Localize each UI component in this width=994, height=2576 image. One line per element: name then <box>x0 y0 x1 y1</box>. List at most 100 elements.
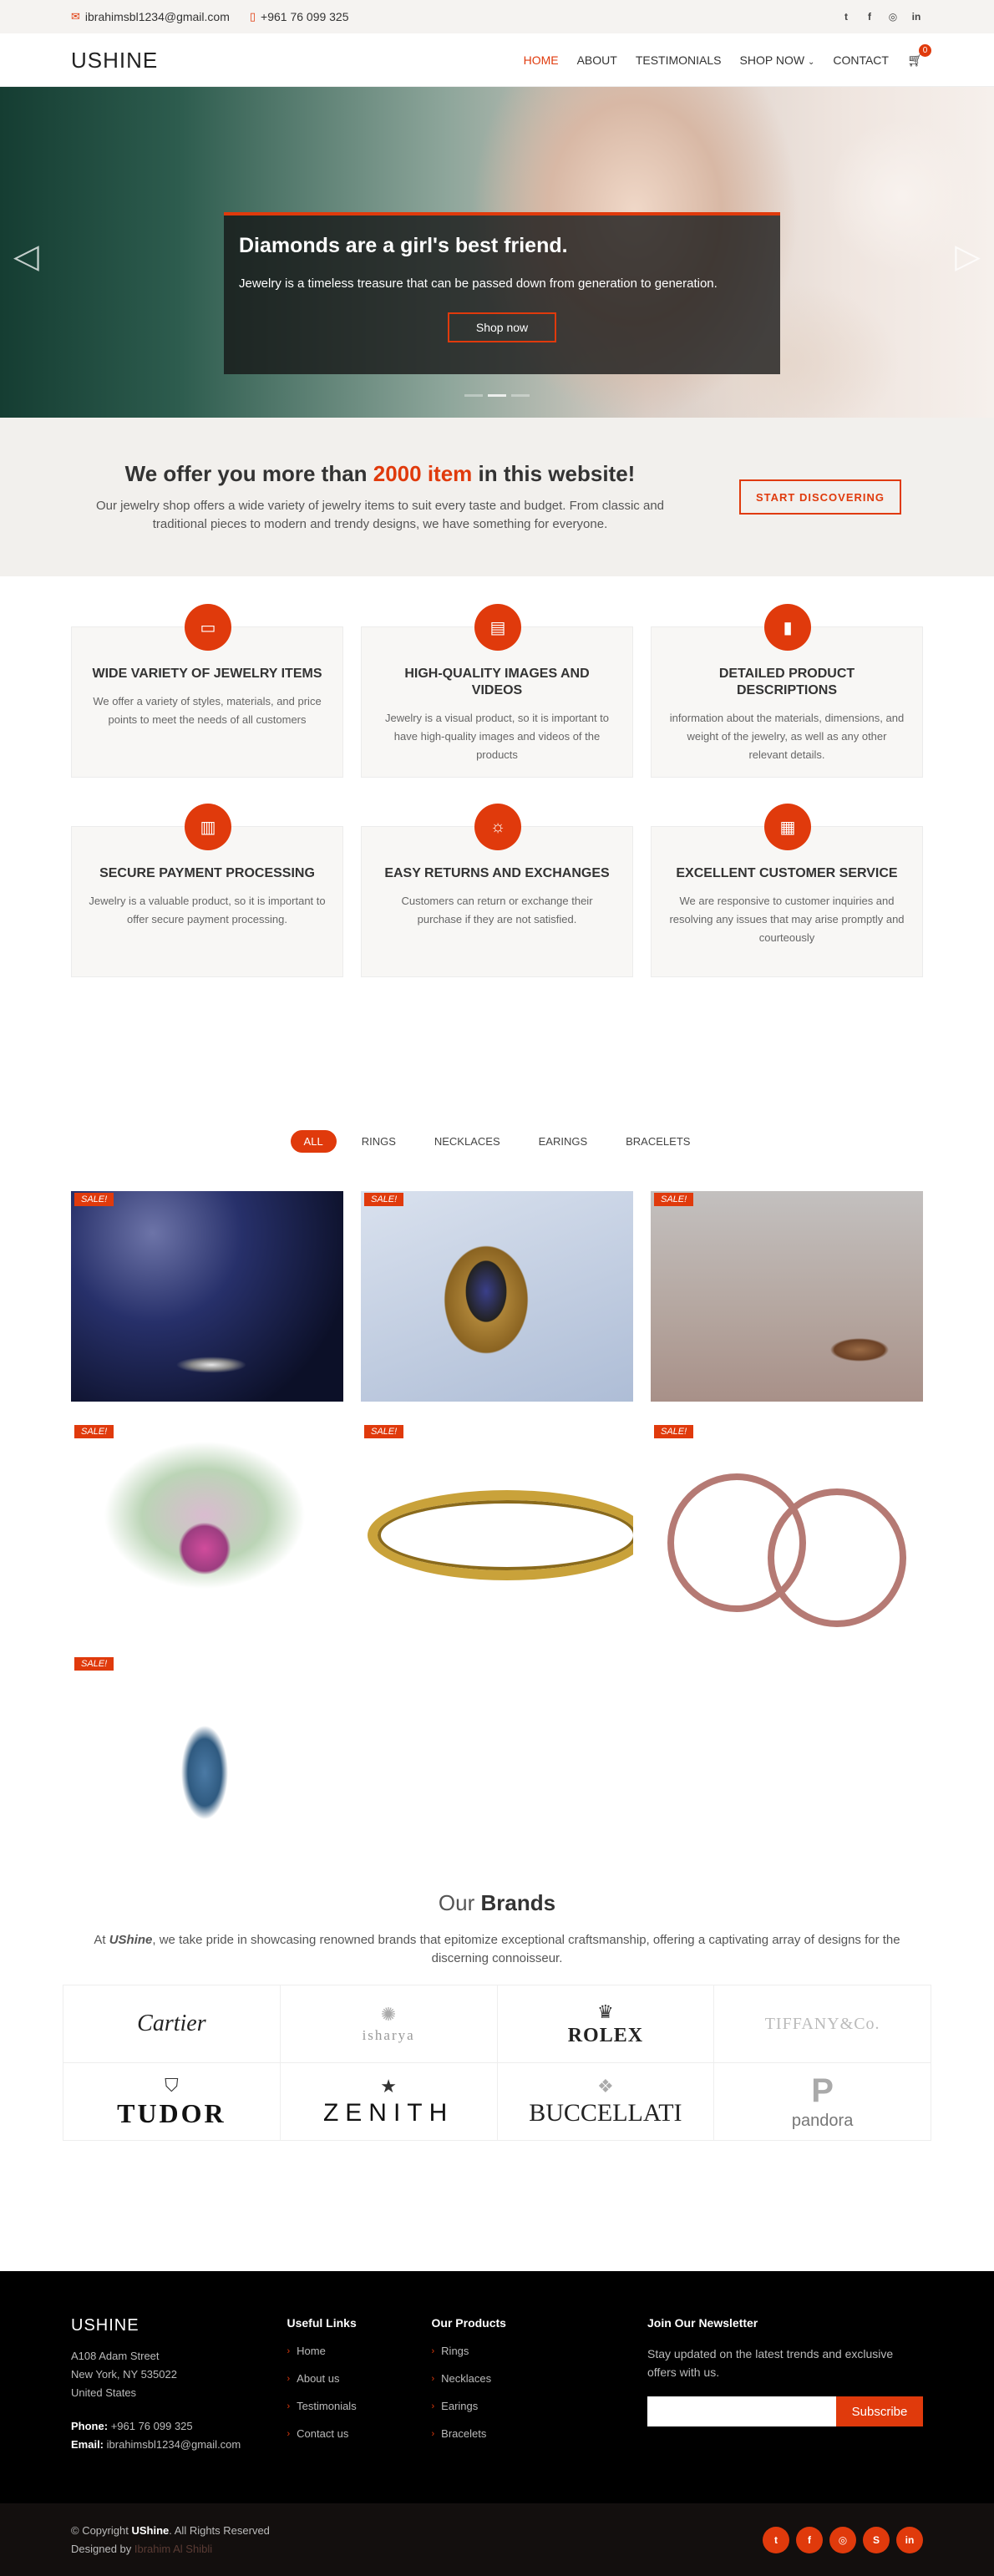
feature-text: We are responsive to customer inquiries … <box>669 895 905 944</box>
feature-title: EXCELLENT CUSTOMER SERVICE <box>676 866 898 880</box>
pandora-logo: pandora <box>791 2112 854 2130</box>
site-logo[interactable]: USHINE <box>71 48 158 74</box>
feature-text: We offer a variety of styles, materials,… <box>93 695 322 726</box>
brand-cartier[interactable]: Cartier <box>63 1985 281 2063</box>
portfolio-item[interactable]: SALE! <box>361 1191 633 1402</box>
nav-about[interactable]: ABOUT <box>577 53 617 67</box>
designer-link[interactable]: Ibrahim Al Shibli <box>134 2543 212 2555</box>
cart-button[interactable]: 🛒︎ 0 <box>907 44 931 68</box>
footer-link-earings[interactable]: › Earings <box>432 2400 648 2412</box>
brand-buccellati[interactable]: ❖ BUCCELLATI <box>497 2063 715 2141</box>
brand-pandora[interactable]: Ppandora <box>714 2063 931 2141</box>
feature-text: Jewelry is a visual product, so it is im… <box>384 712 610 761</box>
offer-title-pre: We offer you more than <box>124 460 373 486</box>
skype-icon[interactable]: S <box>863 2526 890 2553</box>
copyright-text: © Copyright UShine. All Rights Reserved … <box>71 2522 270 2558</box>
cartier-logo: Cartier <box>137 2011 206 2036</box>
email-label: Email: <box>71 2438 104 2451</box>
offer-banner: We offer you more than 2000 item in this… <box>0 418 994 576</box>
feature-text: Customers can return or exchange their p… <box>401 895 593 925</box>
nav-testimonials[interactable]: TESTIMONIALS <box>636 53 722 67</box>
footer-link-label: Necklaces <box>441 2372 492 2385</box>
portfolio-item[interactable]: SALE! <box>361 1423 633 1634</box>
footer-link-contact[interactable]: › Contact us <box>287 2427 432 2440</box>
chevron-right-icon: › <box>431 2401 435 2411</box>
nav-contact[interactable]: CONTACT <box>833 53 889 67</box>
start-discovering-button[interactable]: START DISCOVERING <box>739 479 901 515</box>
linkedin-icon[interactable]: in <box>910 10 923 23</box>
twitter-icon[interactable]: t <box>763 2526 789 2553</box>
feature-card: ▥ SECURE PAYMENT PROCESSING Jewelry is a… <box>71 804 343 977</box>
necklace-image <box>71 1423 343 1634</box>
footer-link-testimonials[interactable]: › Testimonials <box>287 2400 432 2412</box>
shop-now-button[interactable]: Shop now <box>448 312 556 342</box>
brand-tiffany[interactable]: TIFFANY&Co. <box>714 1985 931 2063</box>
linkedin-icon[interactable]: in <box>896 2526 923 2553</box>
bangle-image <box>361 1423 633 1634</box>
calendar-icon: ▦ <box>764 804 811 850</box>
briefcase-icon: ▭ <box>185 604 231 651</box>
portfolio-item[interactable]: SALE! <box>651 1191 923 1402</box>
footer-social: t f ◎ S in <box>763 2526 923 2553</box>
phone-contact[interactable]: ▯ +961 76 099 325 <box>250 10 349 23</box>
filter-necklaces[interactable]: NECKLACES <box>421 1130 514 1153</box>
portfolio-item[interactable]: SALE! <box>651 1423 923 1634</box>
portfolio-item[interactable]: SALE! <box>71 1423 343 1634</box>
shield-icon: ⛉ <box>165 2074 179 2096</box>
hero-title: Diamonds are a girl's best friend. <box>239 234 568 257</box>
sale-badge: SALE! <box>74 1425 114 1438</box>
nav-home[interactable]: HOME <box>524 53 559 67</box>
sun-icon: ☼ <box>474 804 521 850</box>
nav-shop-now[interactable]: SHOP NOW ⌄ <box>740 53 815 67</box>
footer-link-bracelets[interactable]: › Bracelets <box>432 2427 648 2440</box>
slider-dot[interactable] <box>464 394 483 397</box>
brand-isharya[interactable]: ✺ isharya <box>280 1985 498 2063</box>
feature-card: ▦ EXCELLENT CUSTOMER SERVICE We are resp… <box>651 804 923 977</box>
email-contact[interactable]: ✉ ibrahimsbl1234@gmail.com <box>71 10 230 23</box>
brand-tudor[interactable]: ⛉ TUDOR <box>63 2063 281 2141</box>
portfolio-item[interactable]: SALE! <box>71 1656 343 1866</box>
sale-badge: SALE! <box>654 1425 694 1438</box>
footer-link-rings[interactable]: › Rings <box>432 2345 648 2357</box>
footer-link-label: About us <box>297 2372 340 2385</box>
instagram-icon[interactable]: ◎ <box>829 2526 856 2553</box>
newsletter-text: Stay updated on the latest trends and ex… <box>647 2347 894 2379</box>
isharya-logo: isharya <box>362 2027 415 2043</box>
slider-dot[interactable] <box>488 394 506 397</box>
address-line: A108 Adam Street <box>71 2350 160 2362</box>
filter-earings[interactable]: EARINGS <box>525 1130 601 1153</box>
crown-icon: ♛ <box>597 2000 614 2022</box>
slider-next-icon[interactable]: ▷ <box>955 237 981 276</box>
filter-all[interactable]: ALL <box>290 1130 337 1153</box>
brands-text-brand: UShine <box>109 1933 153 1947</box>
footer-link-home[interactable]: › Home <box>287 2345 432 2357</box>
copyright-bar: © Copyright UShine. All Rights Reserved … <box>0 2503 994 2576</box>
filter-rings[interactable]: RINGS <box>348 1130 409 1153</box>
filter-bracelets[interactable]: BRACELETS <box>612 1130 703 1153</box>
subscribe-button[interactable]: Subscribe <box>836 2396 923 2426</box>
site-footer: USHINE A108 Adam Street New York, NY 535… <box>0 2271 994 2503</box>
footer-logo[interactable]: USHINE <box>71 2316 287 2335</box>
twitter-icon[interactable]: t <box>839 10 853 23</box>
portfolio-item[interactable]: SALE! <box>71 1191 343 1402</box>
rolex-logo: ROLEX <box>567 2024 644 2046</box>
feature-title: SECURE PAYMENT PROCESSING <box>99 866 315 880</box>
brand-rolex[interactable]: ♛ ROLEX <box>497 1985 715 2063</box>
newsletter-email-input[interactable] <box>647 2396 836 2426</box>
ring-image <box>361 1191 633 1402</box>
facebook-icon[interactable]: f <box>863 10 876 23</box>
footer-link-necklaces[interactable]: › Necklaces <box>432 2372 648 2385</box>
copyright-post: . All Rights Reserved <box>169 2523 270 2537</box>
portfolio-section: ALL RINGS NECKLACES EARINGS BRACELETS SA… <box>0 1076 994 1890</box>
instagram-icon[interactable]: ◎ <box>886 10 900 23</box>
brand-logo-grid: Cartier ✺ isharya ♛ ROLEX TIFFANY&Co. ⛉ TUD… <box>63 1985 931 2141</box>
chevron-right-icon: › <box>431 2345 435 2356</box>
chevron-right-icon: › <box>287 2401 291 2411</box>
hero-slider: ◁ ▷ Diamonds are a girl's best friend. J… <box>0 87 994 418</box>
tiffany-logo: TIFFANY&Co. <box>764 2014 880 2033</box>
slider-dot[interactable] <box>511 394 530 397</box>
footer-link-about[interactable]: › About us <box>287 2372 432 2385</box>
brand-zenith[interactable]: ★ ZENITH <box>280 2063 498 2141</box>
facebook-icon[interactable]: f <box>796 2526 823 2553</box>
slider-prev-icon[interactable]: ◁ <box>13 237 39 276</box>
